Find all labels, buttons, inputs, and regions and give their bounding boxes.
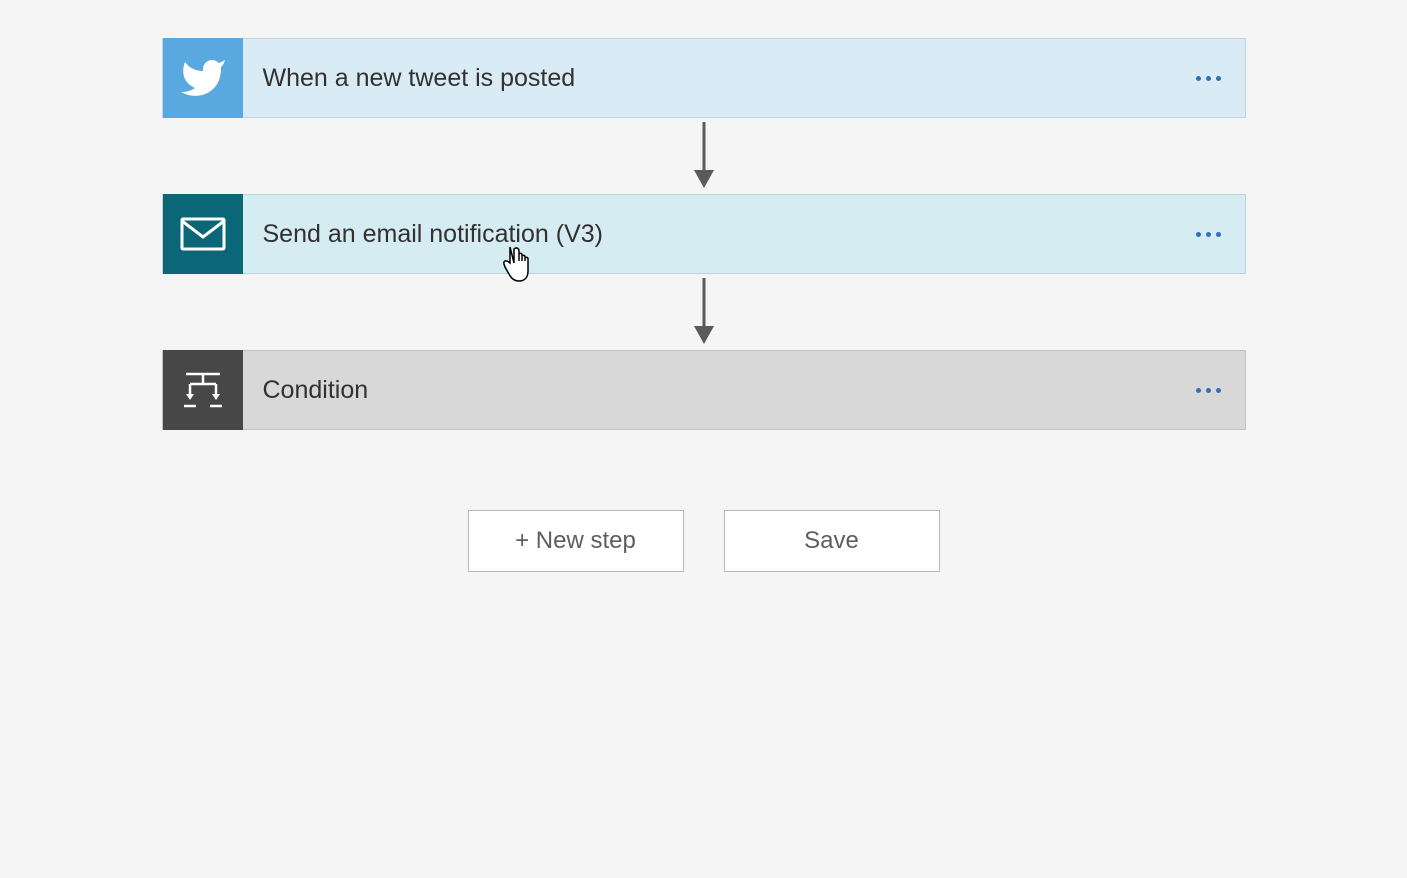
more-options-icon[interactable]: [1196, 232, 1245, 237]
step-label: When a new tweet is posted: [243, 64, 1196, 93]
step-label: Condition: [243, 376, 1196, 405]
step-send-email[interactable]: Send an email notification (V3): [162, 194, 1246, 274]
more-options-icon[interactable]: [1196, 388, 1245, 393]
step-condition[interactable]: Condition: [162, 350, 1246, 430]
step-label: Send an email notification (V3): [243, 220, 1196, 249]
mail-icon: [163, 194, 243, 274]
twitter-icon: [163, 38, 243, 118]
arrow-connector: [687, 274, 721, 350]
step-twitter-trigger[interactable]: When a new tweet is posted: [162, 38, 1246, 118]
flow-container: When a new tweet is posted Send an email…: [0, 38, 1407, 572]
condition-icon: [163, 350, 243, 430]
new-step-button[interactable]: + New step: [468, 510, 684, 572]
save-button[interactable]: Save: [724, 510, 940, 572]
more-options-icon[interactable]: [1196, 76, 1245, 81]
arrow-connector: [687, 118, 721, 194]
action-buttons: + New step Save: [468, 510, 940, 572]
